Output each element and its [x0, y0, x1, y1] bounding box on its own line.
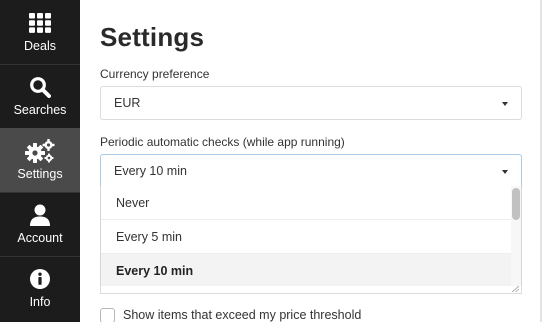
sidebar-item-account[interactable]: Account: [0, 192, 80, 256]
user-icon: [29, 203, 51, 227]
dropdown-scrollbar[interactable]: [511, 186, 521, 286]
dropdown-option-never[interactable]: Never: [101, 186, 512, 220]
grid-icon: [29, 11, 51, 35]
periodic-checks-select[interactable]: Every 10 min: [100, 154, 522, 187]
gears-icon: [25, 139, 55, 163]
sidebar-item-searches[interactable]: Searches: [0, 64, 80, 128]
sidebar-item-deals[interactable]: Deals: [0, 0, 80, 64]
scrollbar-thumb[interactable]: [512, 188, 520, 220]
sidebar-item-label: Info: [29, 295, 51, 309]
dropdown-option-every-10-min[interactable]: Every 10 min: [101, 254, 512, 286]
sidebar-item-info[interactable]: Info: [0, 256, 80, 320]
dropdown-option-every-5-min[interactable]: Every 5 min: [101, 220, 512, 254]
sidebar-nav: Deals Searches Settings Account Info: [0, 0, 80, 322]
currency-label: Currency preference: [100, 67, 210, 81]
price-threshold-option[interactable]: Show items that exceed my price threshol…: [100, 306, 361, 322]
settings-panel: Settings Currency preference EUR Periodi…: [80, 0, 542, 322]
sidebar-item-label: Account: [17, 231, 63, 245]
info-circle-icon: [30, 267, 50, 291]
price-threshold-label: Show items that exceed my price threshol…: [123, 308, 362, 322]
textarea-field[interactable]: [100, 286, 522, 294]
price-threshold-checkbox[interactable]: [100, 307, 115, 322]
sidebar-item-label: Searches: [13, 103, 67, 117]
page-title: Settings: [100, 22, 205, 52]
periodic-checks-value: Every 10 min: [114, 163, 187, 178]
sidebar-item-label: Deals: [24, 39, 56, 53]
periodic-checks-label: Periodic automatic checks (while app run…: [100, 135, 345, 149]
sidebar-item-settings[interactable]: Settings: [0, 128, 80, 192]
currency-value: EUR: [114, 96, 141, 110]
periodic-checks-dropdown: Never Every 5 min Every 10 min: [100, 186, 522, 287]
currency-select[interactable]: EUR: [100, 86, 522, 120]
sidebar-item-label: Settings: [17, 167, 63, 181]
chevron-down-icon: [502, 102, 508, 106]
resize-grip-icon[interactable]: [511, 286, 519, 292]
search-icon: [29, 75, 51, 99]
chevron-down-icon: [502, 170, 508, 174]
